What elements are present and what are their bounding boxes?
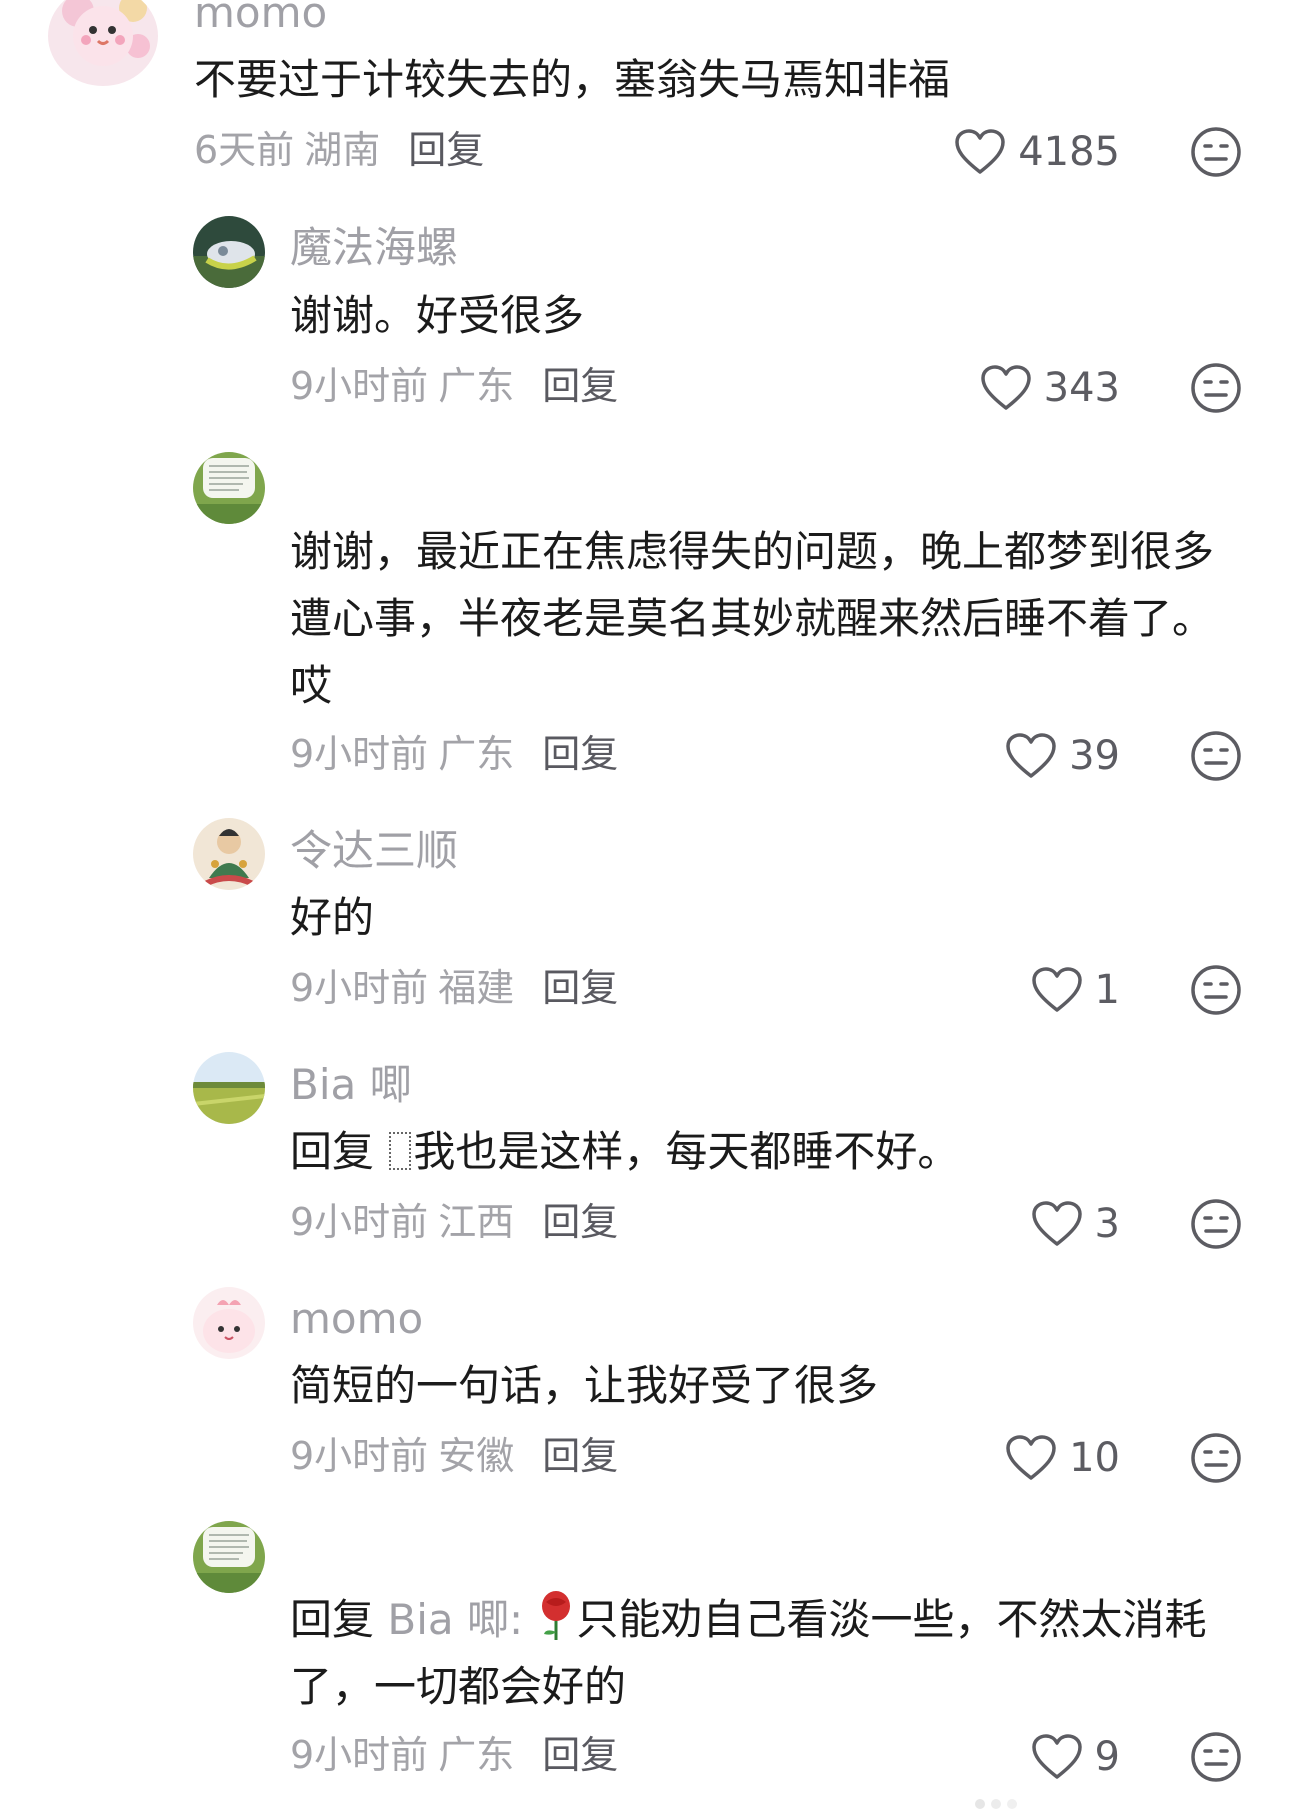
conch-shell-avatar-icon xyxy=(193,216,265,288)
comment-meta: 9小时前 广东 回复 xyxy=(290,735,618,773)
reply-button[interactable]: 回复 xyxy=(542,1434,618,1478)
dislike-button[interactable] xyxy=(1190,1198,1242,1250)
avatar[interactable] xyxy=(193,1521,265,1593)
like-button[interactable]: 9 xyxy=(920,1727,1120,1787)
comment-username[interactable]: 令达三顺 xyxy=(290,830,458,872)
comment-text: 回复 Bia 唧: 只能劝自己看淡一些，不然太消耗了，一切都会好的 xyxy=(290,1586,1250,1720)
reply-prefix: 回复 xyxy=(290,1595,375,1644)
dislike-button[interactable] xyxy=(1190,730,1242,782)
avatar[interactable] xyxy=(193,1052,265,1124)
like-button[interactable]: 10 xyxy=(920,1428,1120,1488)
avatar[interactable] xyxy=(48,0,158,86)
like-count: 3 xyxy=(1094,1201,1120,1247)
meh-face-icon xyxy=(1191,1433,1241,1483)
meh-face-icon xyxy=(1191,731,1241,781)
heart-icon xyxy=(980,365,1031,410)
comment-text: 谢谢。好受很多 xyxy=(290,291,585,340)
heart-icon xyxy=(1031,967,1082,1012)
dislike-button[interactable] xyxy=(1190,362,1242,414)
avatar[interactable] xyxy=(193,818,265,890)
meh-face-icon xyxy=(1191,127,1241,177)
like-count: 10 xyxy=(1069,1435,1120,1481)
dislike-button[interactable] xyxy=(1190,1731,1242,1783)
comment-text: 不要过于计较失去的，塞翁失马焉知非福 xyxy=(194,55,951,104)
comment-text: 回复 我也是这样，每天都睡不好。 xyxy=(290,1118,1240,1185)
comment-time: 9小时前 xyxy=(290,966,429,1010)
comment-time: 9小时前 xyxy=(290,732,429,776)
like-button[interactable]: 4185 xyxy=(920,122,1120,182)
avatar[interactable] xyxy=(193,1287,265,1359)
comment-text: 简短的一句话，让我好受了很多 xyxy=(290,1361,879,1410)
comment-meta: 9小时前 广东 回复 xyxy=(290,1736,618,1774)
comment-time: 6天前 xyxy=(194,128,295,172)
like-button[interactable]: 39 xyxy=(920,726,1120,786)
comment-location: 广东 xyxy=(438,732,515,776)
comment-body-text: 我也是这样，每天都睡不好。 xyxy=(413,1127,960,1176)
like-count: 4185 xyxy=(1018,129,1120,175)
comment-location: 湖南 xyxy=(304,128,381,172)
heart-icon xyxy=(1031,1201,1082,1246)
like-button[interactable]: 343 xyxy=(920,358,1120,418)
meh-face-icon xyxy=(1191,363,1241,413)
comment-text: 谢谢，最近正在焦虑得失的问题，晚上都梦到很多遭心事，半夜老是莫名其妙就醒来然后睡… xyxy=(290,527,1215,710)
like-count: 9 xyxy=(1094,1734,1120,1780)
dislike-button[interactable] xyxy=(1190,126,1242,178)
comment-meta: 6天前 湖南 回复 xyxy=(194,131,484,169)
meh-face-icon xyxy=(1191,1732,1241,1782)
comment-location: 广东 xyxy=(438,364,515,408)
avatar[interactable] xyxy=(193,216,265,288)
like-count: 39 xyxy=(1069,733,1120,779)
landscape-avatar-icon xyxy=(193,1052,265,1124)
comment-username[interactable]: Bia 唧 xyxy=(290,1064,412,1106)
reply-button[interactable]: 回复 xyxy=(542,732,618,776)
meh-face-icon xyxy=(1191,965,1241,1015)
text-card-avatar-icon xyxy=(193,1521,265,1593)
heart-icon xyxy=(1006,733,1056,778)
comment-meta: 9小时前 江西 回复 xyxy=(290,1203,618,1241)
comment-meta: 9小时前 安徽 回复 xyxy=(290,1437,618,1475)
comment-location: 福建 xyxy=(438,966,515,1010)
dislike-button[interactable] xyxy=(1190,964,1242,1016)
comment-location: 安徽 xyxy=(438,1434,515,1478)
heart-icon xyxy=(1031,1734,1082,1779)
meh-face-icon xyxy=(1191,1199,1241,1249)
comment-time: 9小时前 xyxy=(290,1733,429,1777)
comment-location: 江西 xyxy=(438,1200,515,1244)
buddha-painting-avatar-icon xyxy=(193,818,265,890)
comment-meta: 9小时前 福建 回复 xyxy=(290,969,618,1007)
pink-cartoon-avatar-icon xyxy=(48,0,158,86)
reply-button[interactable]: 回复 xyxy=(542,966,618,1010)
comment-time: 9小时前 xyxy=(290,1200,429,1244)
rose-emoji-icon xyxy=(536,1590,576,1642)
comment-location: 广东 xyxy=(438,1733,515,1777)
dislike-button[interactable] xyxy=(1190,1432,1242,1484)
avatar[interactable] xyxy=(193,452,265,524)
comment-time: 9小时前 xyxy=(290,364,429,408)
comment-time: 9小时前 xyxy=(290,1434,429,1478)
heart-icon xyxy=(955,129,1005,174)
like-count: 343 xyxy=(1043,365,1120,411)
reply-button[interactable]: 回复 xyxy=(542,1733,618,1777)
comment-username[interactable]: momo xyxy=(290,1298,423,1340)
reply-prefix: 回复 xyxy=(290,1127,375,1176)
watermark-dots-icon xyxy=(975,1799,1017,1809)
reply-button[interactable]: 回复 xyxy=(542,1200,618,1244)
like-button[interactable]: 1 xyxy=(920,960,1120,1020)
comment-meta: 9小时前 广东 回复 xyxy=(290,367,618,405)
reply-button[interactable]: 回复 xyxy=(542,364,618,408)
comment-username[interactable]: momo xyxy=(194,0,327,34)
comment-username[interactable]: 魔法海螺 xyxy=(290,227,458,269)
heart-icon xyxy=(1006,1435,1056,1480)
pink-blob-avatar-icon xyxy=(193,1287,265,1359)
reply-button[interactable]: 回复 xyxy=(408,128,484,172)
missing-glyph-icon xyxy=(389,1132,412,1170)
comment-text: 好的 xyxy=(290,893,375,942)
reply-target-username[interactable]: Bia 唧: xyxy=(387,1595,523,1644)
text-card-avatar-icon xyxy=(193,452,265,524)
like-count: 1 xyxy=(1094,967,1120,1013)
like-button[interactable]: 3 xyxy=(920,1194,1120,1254)
